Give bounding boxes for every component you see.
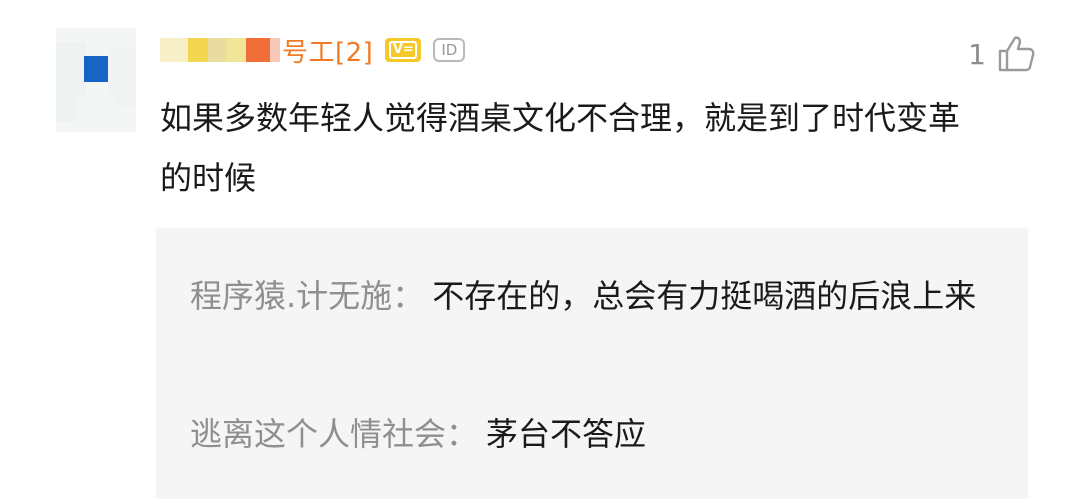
like-count: 1 <box>968 37 986 71</box>
like-button[interactable]: 1 <box>968 34 1036 74</box>
avatar[interactable] <box>56 28 136 132</box>
comment-header: 号工[2] V= ID <box>160 30 466 70</box>
username-label[interactable]: 号工[2] <box>282 32 373 69</box>
reply-separator: ： <box>392 277 425 315</box>
vip-badge-label: V= <box>389 41 418 59</box>
reply-author[interactable]: 程序猿.计无施 <box>190 277 392 315</box>
reply-author[interactable]: 逃离这个人情社会 <box>190 415 446 453</box>
thumbs-up-icon[interactable] <box>996 34 1036 74</box>
reply-text: 不存在的，总会有力挺喝酒的后浪上来 <box>432 277 977 315</box>
id-badge: ID <box>433 38 466 62</box>
comment-body: 如果多数年轻人觉得酒桌文化不合理，就是到了时代变革的时候 <box>160 99 961 197</box>
reply-item[interactable]: 逃离这个人情社会： 茅台不答应 <box>190 406 1010 462</box>
redacted-username[interactable] <box>160 36 280 64</box>
reply-item[interactable]: 程序猿.计无施： 不存在的，总会有力挺喝酒的后浪上来 <box>190 268 1010 324</box>
reply-separator: ： <box>446 415 479 453</box>
comment-thread: 号工[2] V= ID 1 如果多数年轻人觉得酒桌文化不合理，就是到了时代变革的… <box>0 0 1080 499</box>
replies-panel[interactable]: 程序猿.计无施： 不存在的，总会有力挺喝酒的后浪上来 逃离这个人情社会： 茅台不答应 <box>156 228 1028 499</box>
reply-text: 茅台不答应 <box>486 415 647 453</box>
vip-badge-icon: V= <box>385 38 422 62</box>
